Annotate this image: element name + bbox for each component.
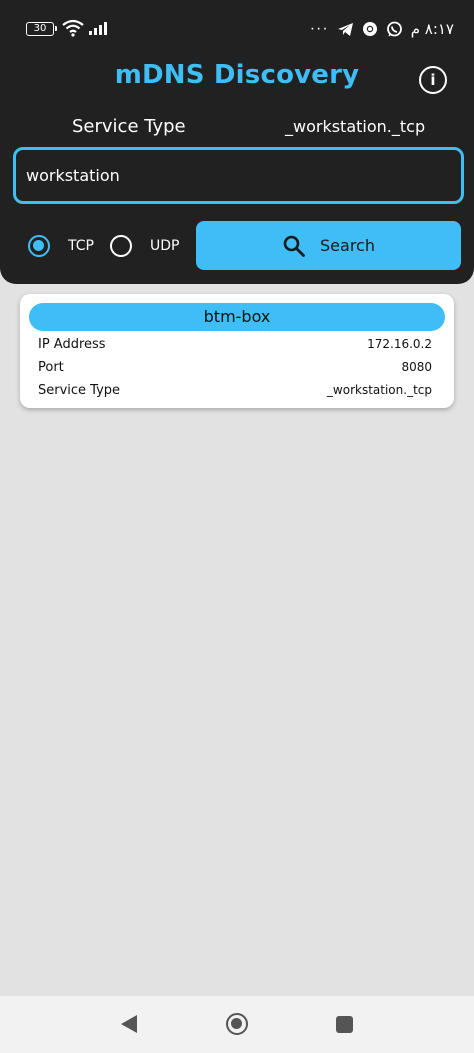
search-button-label: Search (320, 236, 375, 255)
signal-icon (89, 22, 107, 35)
app-header: 30 ··· ٨:١٧ م mDNS Discovery i Service T… (0, 0, 474, 284)
system-nav-bar (0, 996, 474, 1053)
chrome-icon (362, 22, 377, 36)
result-row-port: Port 8080 (38, 357, 432, 377)
result-card[interactable]: btm-box IP Address 172.16.0.2 Port 8080 … (20, 294, 454, 408)
search-input[interactable]: workstation (13, 147, 464, 204)
recents-icon[interactable] (336, 1016, 353, 1033)
result-row-value: 8080 (401, 360, 432, 374)
service-type-label: Service Type (72, 116, 186, 137)
udp-radio-label[interactable]: UDP (150, 238, 179, 254)
service-type-value[interactable]: _workstation._tcp (285, 117, 425, 136)
result-row-value: _workstation._tcp (326, 383, 432, 397)
status-bar: 30 ··· ٨:١٧ م (0, 0, 474, 56)
result-row-label: Port (38, 359, 64, 375)
status-right-group: ··· ٨:١٧ م (310, 18, 454, 40)
result-row-ip: IP Address 172.16.0.2 (38, 334, 432, 354)
search-button[interactable]: Search (196, 221, 461, 270)
whatsapp-icon (386, 21, 402, 36)
app-title: mDNS Discovery (114, 60, 360, 90)
battery-indicator: 30 (26, 22, 57, 36)
result-row-label: Service Type (38, 382, 121, 398)
more-notifications-icon: ··· (309, 20, 329, 37)
info-icon[interactable]: i (419, 66, 447, 94)
search-icon (283, 235, 305, 257)
telegram-icon (337, 22, 353, 36)
back-icon[interactable] (120, 1014, 138, 1034)
result-row-value: 172.16.0.2 (367, 337, 432, 351)
udp-radio[interactable] (110, 235, 132, 257)
home-icon[interactable] (226, 1013, 248, 1035)
wifi-icon (62, 19, 84, 37)
tcp-radio[interactable] (28, 235, 50, 257)
result-row-service-type: Service Type _workstation._tcp (38, 380, 432, 400)
tcp-radio-label[interactable]: TCP (68, 238, 94, 254)
result-card-title: btm-box (29, 303, 445, 331)
status-time: ٨:١٧ م (410, 20, 454, 38)
result-row-label: IP Address (38, 336, 106, 352)
